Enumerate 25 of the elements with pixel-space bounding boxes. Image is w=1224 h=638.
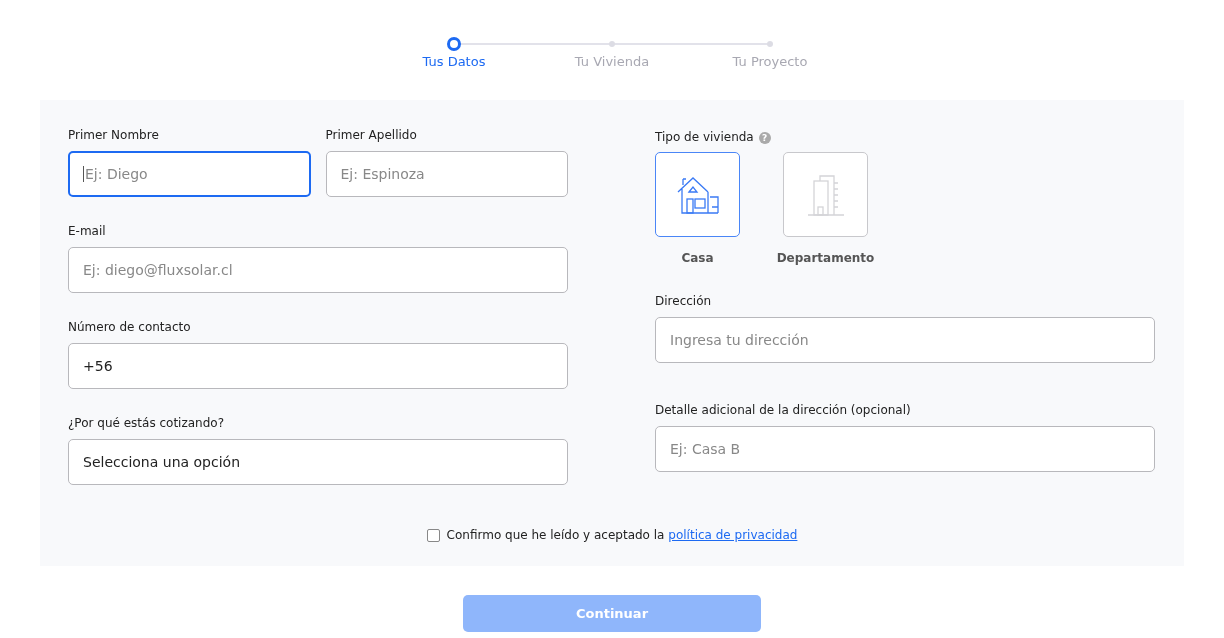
input-field[interactable]: Ej: Espinoza <box>325 151 568 197</box>
select-field[interactable]: +56 <box>68 343 568 389</box>
field-label: Primer Apellido <box>325 128 418 144</box>
consent-checkbox[interactable] <box>426 528 440 542</box>
option-label: Casa <box>681 251 714 265</box>
step-tab[interactable]: Tus Datos <box>422 54 486 69</box>
consent-text: Confirmo que he leído y aceptado la política de privacidad <box>446 528 798 542</box>
input-field[interactable]: Ej: Casa B <box>655 426 1155 472</box>
select-field[interactable]: Selecciona una opción <box>68 439 568 485</box>
input-field[interactable]: Ej: diego@fluxsolar.cl <box>68 247 568 293</box>
field-label: Primer Nombre <box>68 128 160 144</box>
housing-option[interactable] <box>655 152 740 237</box>
field-label: Detalle adicional de la dirección (opcional) <box>655 403 912 419</box>
field-label: Dirección <box>655 294 713 310</box>
input-field[interactable]: Ingresa tu dirección <box>655 317 1155 363</box>
input-field[interactable]: Ej: Diego <box>68 151 311 197</box>
field-label: E-mail <box>68 224 107 240</box>
step-tab[interactable]: Tu Proyecto <box>732 54 808 69</box>
field-label: ¿Por qué estás cotizando? <box>68 416 225 432</box>
field-label: Tipo de vivienda <box>655 130 754 146</box>
help-icon[interactable]: ? <box>758 132 771 144</box>
privacy-link[interactable]: política de privacidad <box>668 528 798 542</box>
step-tab[interactable]: Tu Vivienda <box>574 54 650 69</box>
field-label: Número de contacto <box>68 320 192 336</box>
option-label: Departamento <box>776 251 875 265</box>
